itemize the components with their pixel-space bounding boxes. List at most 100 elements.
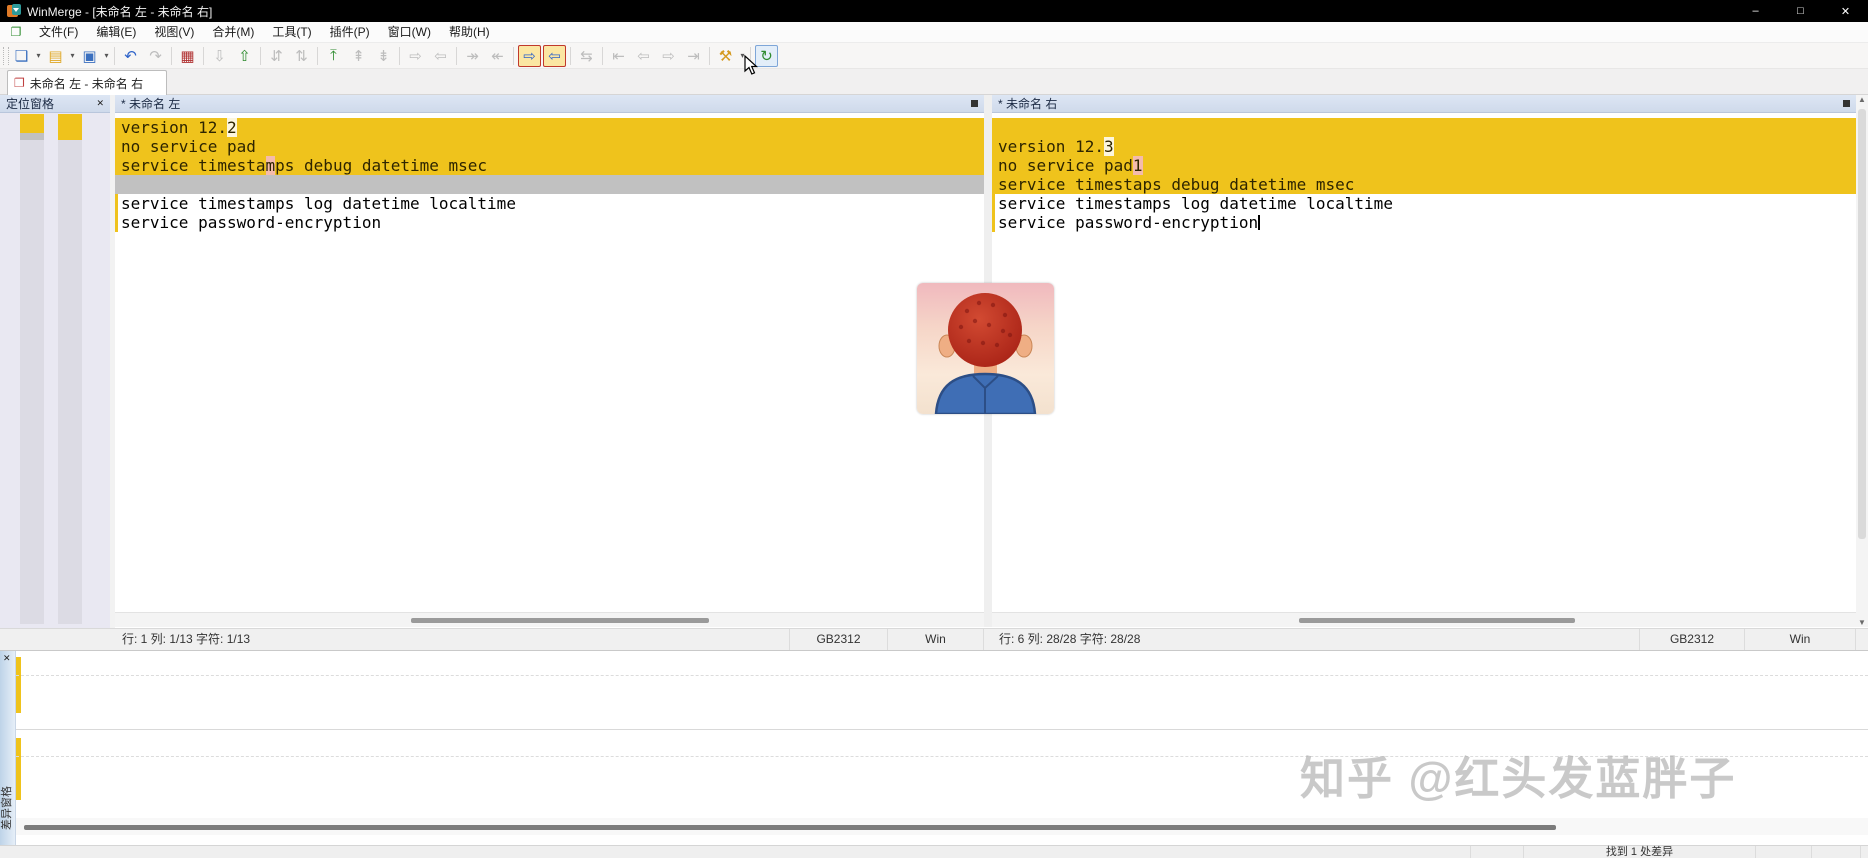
diff-pane-scrollbar[interactable]	[16, 818, 1868, 835]
redo-icon: ↷	[149, 47, 162, 65]
editor-line[interactable]	[115, 175, 984, 194]
copy-to-left-button[interactable]: ⇦	[543, 44, 566, 67]
goto-left-icon: ⇦	[434, 47, 447, 65]
menu-item-3[interactable]: 合并(M)	[203, 22, 263, 43]
goto-left-button[interactable]: ⇦	[429, 45, 452, 67]
first-diff-button[interactable]: ⤒	[322, 45, 345, 67]
prev-file-button[interactable]: ⇦	[632, 45, 655, 67]
diff-pane-left-text[interactable]	[16, 651, 1868, 730]
right-editor[interactable]: version 12.3 no service pad1 service times…	[992, 113, 1856, 612]
goto-right-button[interactable]: ⇨	[404, 45, 427, 67]
diff-pane-separator	[16, 675, 1868, 676]
right-pane-header[interactable]: * 未命名 右	[992, 95, 1856, 113]
open-file-button[interactable]: ▤	[44, 45, 67, 67]
location-map-left-ghost-block[interactable]	[20, 133, 44, 140]
toolbar-separator	[399, 46, 400, 65]
new-file-dropdown-icon[interactable]: ▾	[34, 51, 43, 60]
open-file-dropdown-icon[interactable]: ▾	[68, 51, 77, 60]
rescan-icon: ▦	[180, 47, 195, 65]
editor-line[interactable]: service password-encryption	[115, 213, 984, 232]
prev-page-button[interactable]: ⇵	[265, 45, 288, 67]
right-pane-header-grip[interactable]	[1843, 100, 1850, 107]
location-pane[interactable]	[0, 113, 110, 628]
diff-pane-tab[interactable]: ✕ 差异窗格	[0, 651, 16, 846]
copy-left-advance-button[interactable]: ↞	[486, 45, 509, 67]
editor-line[interactable]: service timestaps debug datetime msec	[992, 175, 1856, 194]
left-horizontal-scrollbar[interactable]	[115, 612, 984, 627]
vscroll-thumb[interactable]	[1858, 109, 1866, 539]
prev-conflict-button[interactable]: ⇞	[347, 45, 370, 67]
prev-conflict-icon: ⇞	[352, 47, 365, 65]
next-file-button[interactable]: ⇨	[657, 45, 680, 67]
undo-button[interactable]: ↶	[119, 45, 142, 67]
diff-pane-close-icon[interactable]: ✕	[3, 653, 11, 664]
toolbar-separator	[513, 46, 514, 65]
last-file-button[interactable]: ⇥	[682, 45, 705, 67]
close-button[interactable]: ✕	[1823, 0, 1868, 22]
left-hscroll-thumb[interactable]	[411, 618, 709, 623]
toolbar: ❏ ▾ ▤ ▾ ▣ ▾ ↶ ↷ ▦ ⇩ ⇧ ⇵ ⇅ ⤒ ⇞ ⇟ ⇨ ⇦ ↠ ↞ ⇨ ⇦ ⇆ ⇤ ⇦ ⇨ ⇥ ⚒ ▾ ↻	[0, 43, 1868, 69]
left-editor[interactable]: version 12.2 no service pad service timest…	[115, 113, 984, 612]
toolbar-separator	[203, 46, 204, 65]
first-diff-icon: ⤒	[330, 47, 337, 64]
tab-compare-document[interactable]: ❐ 未命名 左 - 未命名 右	[7, 70, 167, 95]
editor-line[interactable]: version 12.3	[992, 137, 1856, 156]
menu-item-4[interactable]: 工具(T)	[263, 22, 320, 43]
redo-button[interactable]: ↷	[144, 45, 167, 67]
menu-item-6[interactable]: 窗口(W)	[379, 22, 440, 43]
inline-diff-highlight: 2	[226, 118, 237, 137]
menu-item-5[interactable]: 插件(P)	[321, 22, 379, 43]
next-conflict-button[interactable]: ⇟	[372, 45, 395, 67]
left-pane-header-grip[interactable]	[971, 100, 978, 107]
last-file-icon: ⇥	[687, 47, 700, 65]
right-horizontal-scrollbar[interactable]	[992, 612, 1856, 627]
inline-diff-highlight: m	[265, 156, 276, 175]
next-page-button[interactable]: ⇅	[290, 45, 313, 67]
editor-line[interactable]: service timestamps log datetime localtim…	[992, 194, 1856, 213]
save-dropdown-icon[interactable]: ▾	[102, 51, 111, 60]
toolbar-separator	[456, 46, 457, 65]
tabbar: ❐ 未命名 左 - 未命名 右	[0, 69, 1868, 95]
right-hscroll-thumb[interactable]	[1299, 618, 1575, 623]
location-pane-close-icon[interactable]: ✕	[96, 98, 104, 109]
auto-merge-button[interactable]: ⇆	[575, 45, 598, 67]
first-file-button[interactable]: ⇤	[607, 45, 630, 67]
maximize-button[interactable]: □	[1778, 0, 1823, 22]
swap-panes-button[interactable]: ⇧	[233, 45, 256, 67]
menu-item-7[interactable]: 帮助(H)	[440, 22, 499, 43]
menu-item-1[interactable]: 编辑(E)	[87, 22, 145, 43]
editor-line[interactable]	[992, 118, 1856, 137]
editor-line[interactable]: service password-encryption	[992, 213, 1856, 232]
new-file-icon: ❏	[14, 47, 29, 65]
editor-line[interactable]: service timestamps debug datetime msec	[115, 156, 984, 175]
copy-to-right-button[interactable]: ⇨	[518, 44, 541, 67]
save-icon: ▣	[82, 47, 97, 65]
view-line-diffs-button[interactable]: ⇩	[208, 45, 231, 67]
new-file-button[interactable]: ❏	[10, 45, 33, 67]
scroll-down-icon[interactable]: ▼	[1858, 618, 1866, 627]
save-button[interactable]: ▣	[78, 45, 101, 67]
editor-line[interactable]: service timestamps log datetime localtim…	[115, 194, 984, 213]
compare-document-icon: ❐	[14, 76, 25, 90]
statusbar-cell	[1755, 846, 1811, 858]
plugins-button[interactable]: ⚒	[714, 45, 737, 67]
right-pane-title: * 未命名 右	[998, 97, 1058, 111]
location-map-left-strip[interactable]	[20, 114, 44, 624]
copy-right-advance-button[interactable]: ↠	[461, 45, 484, 67]
menu-item-0[interactable]: 文件(F)	[30, 22, 87, 43]
editor-line[interactable]: no service pad	[115, 137, 984, 156]
rescan-button[interactable]: ▦	[176, 45, 199, 67]
location-splitter[interactable]	[110, 95, 115, 650]
menu-item-2[interactable]: 视图(V)	[145, 22, 203, 43]
first-file-icon: ⇤	[612, 47, 625, 65]
location-map-left-diff-block[interactable]	[20, 114, 44, 133]
location-map-right-diff-block[interactable]	[58, 114, 82, 140]
statusbar-cell	[1470, 846, 1523, 858]
scroll-up-icon[interactable]: ▲	[1858, 95, 1866, 104]
minimize-button[interactable]: –	[1733, 0, 1778, 22]
diff-pane-scroll-thumb[interactable]	[24, 825, 1556, 830]
editor-line[interactable]: no service pad1	[992, 156, 1856, 175]
editor-line[interactable]: version 12.2	[115, 118, 984, 137]
location-map-right-strip[interactable]	[58, 114, 82, 624]
left-pane-header[interactable]: * 未命名 左	[115, 95, 984, 113]
